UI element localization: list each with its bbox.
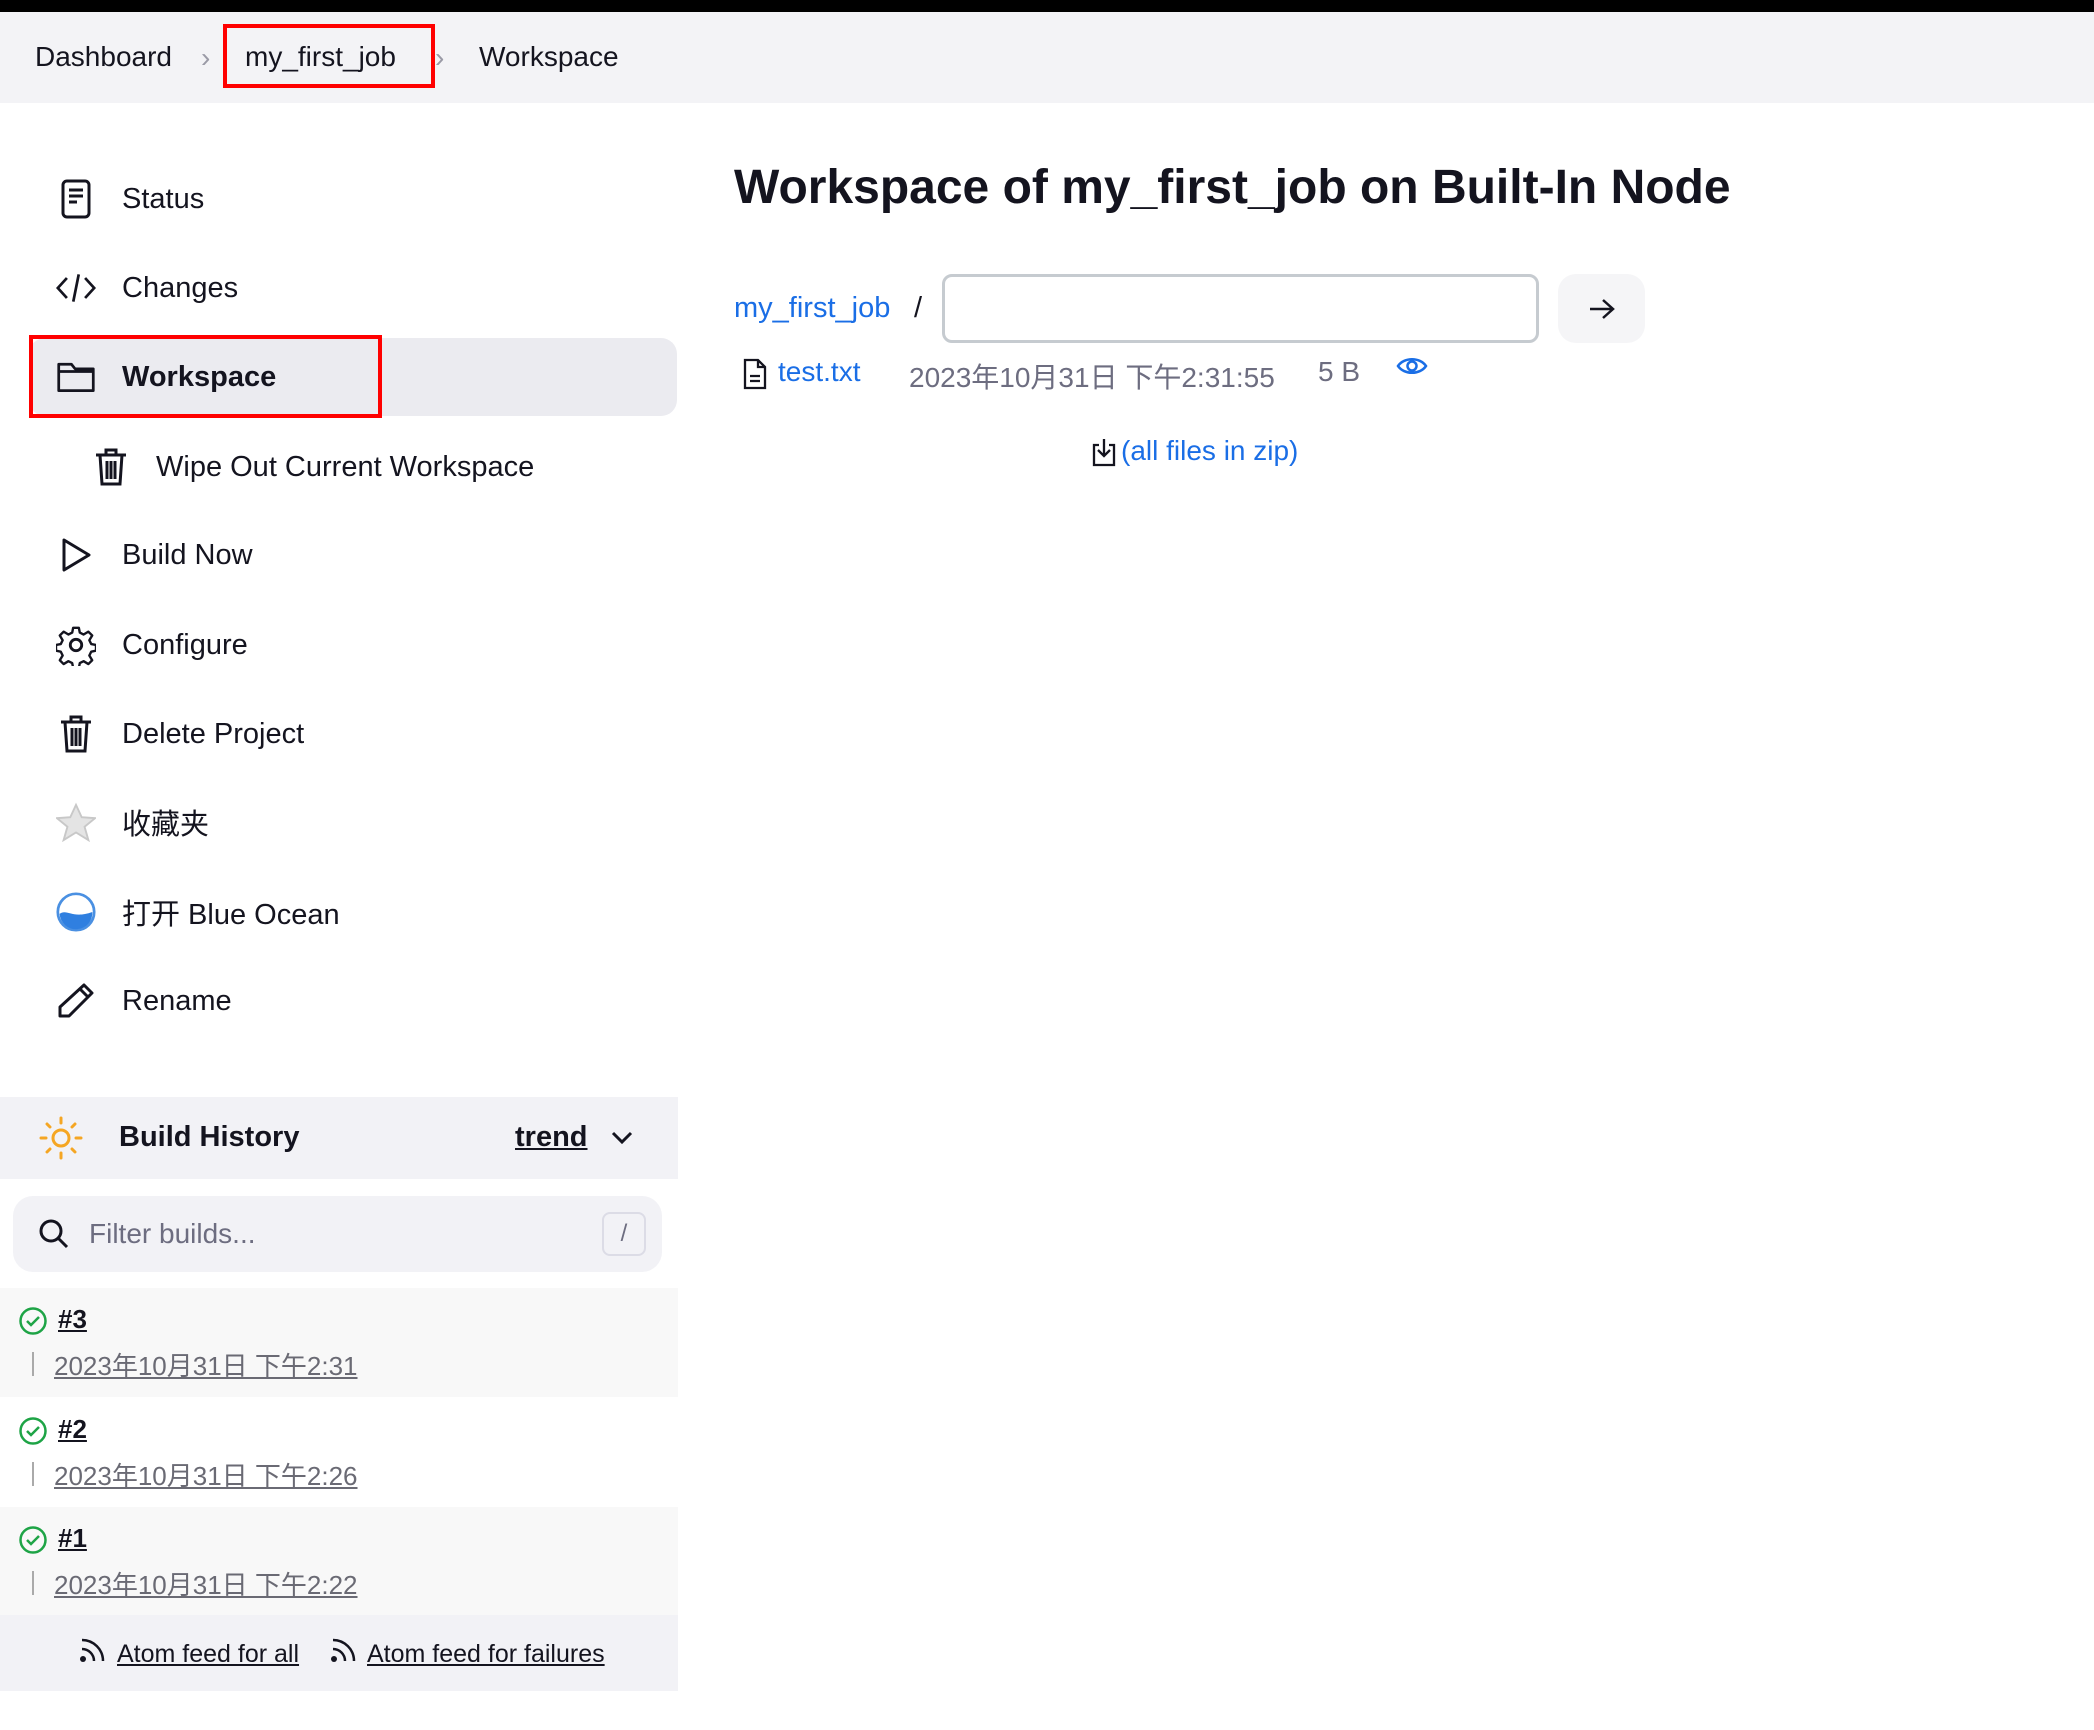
breadcrumb-dashboard[interactable]: Dashboard (35, 41, 172, 73)
breadcrumb: Dashboard › my_first_job › Workspace (0, 12, 2094, 103)
build-number-link[interactable]: #3 (58, 1304, 87, 1335)
build-row[interactable]: #1 2023年10月31日 下午2:22 (0, 1507, 678, 1616)
zip-link[interactable]: (all files in zip) (1121, 435, 1298, 467)
build-history-header: Build History trend (0, 1097, 678, 1179)
sidebar-item-label: Delete Project (122, 717, 305, 750)
status-icon (56, 179, 96, 219)
play-icon (56, 535, 96, 575)
highlight-box (223, 24, 435, 88)
star-icon (56, 802, 96, 842)
trash-icon (56, 714, 96, 754)
chevron-down-icon[interactable] (608, 1125, 636, 1149)
sidebar-item-delete-project[interactable]: Delete Project (29, 695, 677, 773)
breadcrumb-separator-icon: › (201, 42, 211, 73)
rss-icon (329, 1637, 357, 1665)
breadcrumb-workspace: Workspace (479, 41, 619, 72)
go-button[interactable] (1558, 274, 1645, 343)
sidebar-item-wipe-workspace[interactable]: Wipe Out Current Workspace (29, 428, 677, 506)
build-date-link[interactable]: 2023年10月31日 下午2:26 (54, 1456, 358, 1493)
search-icon (37, 1217, 71, 1251)
sidebar-item-rename[interactable]: Rename (29, 962, 677, 1040)
code-icon (56, 268, 96, 308)
sidebar-item-label: 打开 Blue Ocean (122, 899, 340, 931)
sidebar-item-status[interactable]: Status (29, 160, 677, 238)
filter-placeholder: Filter builds... (89, 1218, 256, 1249)
filter-builds-input[interactable]: Filter builds... / (13, 1196, 662, 1272)
sidebar-item-label: Status (122, 182, 205, 215)
atom-feed-failures-link[interactable]: Atom feed for failures (367, 1640, 605, 1669)
sidebar-item-favorites[interactable]: 收藏夹 (29, 783, 677, 861)
sidebar-item-label: Changes (122, 271, 239, 304)
blue-ocean-icon (56, 892, 96, 932)
sidebar-item-label: Rename (122, 984, 232, 1017)
trash-icon (91, 447, 131, 487)
success-icon (18, 1416, 48, 1446)
build-row[interactable]: #2 2023年10月31日 下午2:26 (0, 1398, 678, 1507)
trend-link[interactable]: trend (515, 1121, 588, 1154)
eye-icon[interactable] (1396, 354, 1428, 378)
pencil-icon (56, 981, 96, 1021)
sidebar-item-label: 收藏夹 (122, 809, 210, 841)
highlight-box (29, 335, 382, 418)
page-title: Workspace of my_first_job on Built-In No… (734, 161, 1731, 214)
breadcrumb-separator-icon: › (435, 42, 445, 73)
keyboard-shortcut-badge: / (602, 1212, 646, 1256)
build-history-title: Build History (119, 1121, 300, 1153)
download-icon (1092, 437, 1116, 467)
sidebar-item-build-now[interactable]: Build Now (29, 516, 677, 594)
build-row[interactable]: #3 2023年10月31日 下午2:31 (0, 1288, 678, 1397)
file-row: test.txt 2023年10月31日 下午2:31:55 5 B (743, 354, 1443, 393)
divider (32, 1571, 34, 1595)
sidebar-item-label: Configure (122, 628, 248, 661)
gear-icon (56, 625, 96, 666)
build-date-link[interactable]: 2023年10月31日 下午2:22 (54, 1565, 358, 1602)
atom-feed-all-link[interactable]: Atom feed for all (117, 1640, 299, 1669)
build-number-link[interactable]: #2 (58, 1414, 87, 1445)
rss-icon (78, 1637, 106, 1665)
sidebar-item-blue-ocean[interactable]: 打开 Blue Ocean (29, 873, 677, 951)
atom-feeds: Atom feed for all Atom feed for failures (0, 1615, 678, 1691)
sidebar-item-label: Wipe Out Current Workspace (156, 450, 535, 483)
window-top-bar (0, 0, 2094, 12)
sidebar-item-label: Build Now (122, 538, 253, 571)
success-icon (18, 1306, 48, 1336)
path-separator: / (914, 292, 923, 324)
sidebar-item-changes[interactable]: Changes (29, 249, 677, 327)
build-number-link[interactable]: #1 (58, 1523, 87, 1554)
divider (32, 1462, 34, 1486)
build-date-link[interactable]: 2023年10月31日 下午2:31 (54, 1346, 358, 1383)
success-icon (18, 1525, 48, 1555)
divider (32, 1352, 34, 1376)
file-link[interactable]: test.txt (778, 356, 860, 388)
file-size: 5 B (1318, 356, 1361, 387)
sun-icon (39, 1116, 83, 1160)
file-icon (743, 358, 767, 390)
sidebar-item-configure[interactable]: Configure (29, 606, 677, 684)
path-input[interactable] (942, 274, 1539, 343)
file-modified: 2023年10月31日 下午2:31:55 (909, 362, 1275, 393)
path-root-link[interactable]: my_first_job (734, 292, 890, 325)
arrow-right-icon (1588, 297, 1616, 321)
